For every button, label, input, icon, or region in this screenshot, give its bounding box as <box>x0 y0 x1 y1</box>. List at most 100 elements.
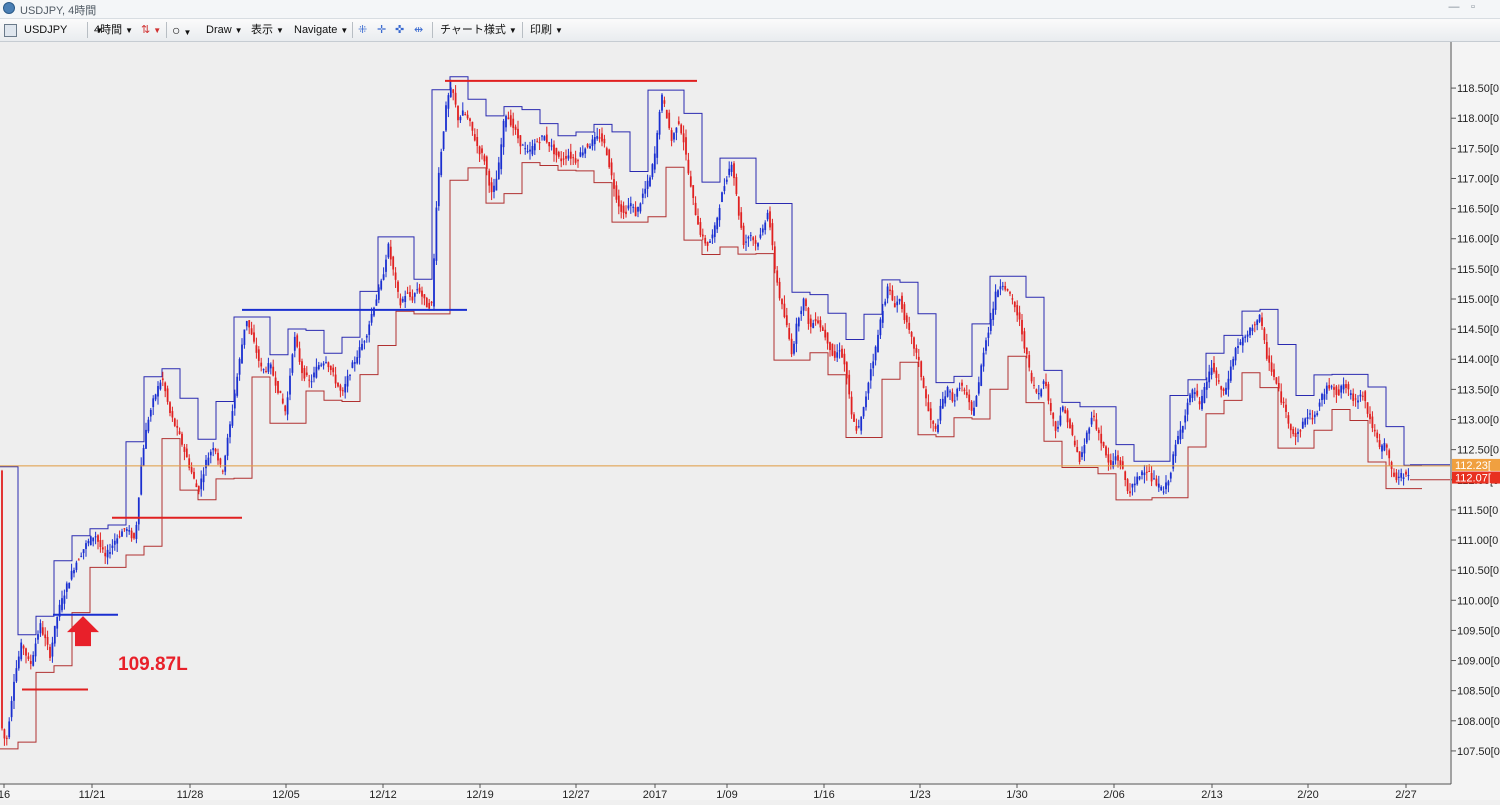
y-tick-label: 116.50[0 <box>1457 204 1499 216</box>
candle-body <box>641 193 644 198</box>
price-chart[interactable]: 109.87L 118.50[0 118.00[0 117.50[0 117.00[0… <box>0 42 1500 801</box>
candle-body <box>1169 472 1172 479</box>
candle-body <box>1040 389 1043 397</box>
candle-body <box>1085 432 1088 443</box>
candle-body <box>327 362 330 368</box>
candle-body <box>632 206 635 208</box>
candle-body <box>272 366 275 376</box>
candle-body <box>805 299 807 306</box>
candle-body <box>721 192 723 202</box>
candle-body <box>447 95 450 109</box>
candle-body <box>433 258 435 307</box>
navigate-menu[interactable]: Navigate ▼ <box>294 22 348 38</box>
candle-body <box>392 256 395 270</box>
candle-body <box>147 419 150 432</box>
candle-body <box>591 139 594 147</box>
candle-body <box>1301 421 1304 429</box>
candle-body <box>1160 486 1163 491</box>
candle-body <box>980 365 983 386</box>
candle-body <box>473 134 476 141</box>
candle-body <box>65 583 68 592</box>
candle-body <box>1035 389 1038 393</box>
candle-body <box>692 185 695 199</box>
toolbar-separator <box>522 22 523 38</box>
timeframe-select[interactable]: 4時間 ▼ <box>94 22 133 38</box>
zoom-out-button[interactable]: ✜ <box>395 22 404 38</box>
candle-body <box>1078 451 1081 463</box>
candle-body <box>733 163 735 179</box>
candle-body <box>104 552 107 557</box>
candle-body <box>483 155 486 162</box>
candle-body <box>212 447 215 451</box>
candle-body <box>512 118 515 128</box>
candle-body <box>356 357 359 364</box>
candle-body <box>593 137 596 145</box>
candle-body <box>1088 428 1091 434</box>
candle-body <box>1395 472 1398 481</box>
candle-body <box>524 148 527 150</box>
candle-body <box>329 365 332 371</box>
candle-body <box>1059 415 1062 426</box>
candle-body <box>459 116 462 121</box>
candle-body <box>389 246 392 260</box>
candle-body <box>730 164 733 172</box>
app-icon <box>3 2 15 14</box>
display-menu[interactable]: 表示 ▼ <box>251 22 284 38</box>
candle-body <box>1145 471 1148 473</box>
candle-body <box>560 158 563 162</box>
candle-body <box>363 341 366 343</box>
display-dropdown-icon: ▼ <box>276 26 284 35</box>
candle-style-button[interactable]: ⇅ ▼ <box>141 22 161 38</box>
candle-body <box>1100 433 1103 444</box>
draw-menu[interactable]: Draw ▼ <box>206 22 243 38</box>
candle-body <box>44 634 47 639</box>
candle-body <box>1280 391 1283 403</box>
circle-icon: ○ <box>172 22 181 38</box>
candle-body <box>1157 483 1160 488</box>
candle-body <box>814 319 817 322</box>
candle-body <box>1376 432 1379 439</box>
candle-body <box>1193 392 1196 395</box>
candle-body <box>1114 456 1117 461</box>
candle-body <box>1232 358 1235 367</box>
candle-body <box>934 425 937 429</box>
zoom-in-button[interactable]: ✛ <box>377 22 386 38</box>
chart-area[interactable]: 109.87L 118.50[0 118.00[0 117.50[0 117.00[0… <box>0 42 1500 801</box>
candle-body <box>1397 476 1400 478</box>
symbol-select[interactable]: USDJPY ▼ <box>24 22 103 38</box>
toolbar-separator <box>87 22 88 38</box>
candle-body <box>305 372 308 376</box>
candle-body <box>958 387 961 389</box>
candle-body <box>423 294 426 299</box>
toolbar-separator <box>432 22 433 38</box>
candle-body <box>82 549 85 554</box>
candle-body <box>397 281 399 292</box>
print-menu[interactable]: 印刷 ▼ <box>530 22 563 38</box>
candle-body <box>332 367 335 373</box>
candle-body <box>1143 472 1146 476</box>
candle-body <box>39 623 42 634</box>
candle-body <box>1097 429 1100 434</box>
candle-body <box>761 228 764 233</box>
candle-body <box>351 362 354 368</box>
candle-body <box>94 536 97 538</box>
shape-tool-button[interactable]: ○ ▼ <box>172 22 191 38</box>
autoscroll-button[interactable]: ⇹ <box>414 22 423 38</box>
restore-button[interactable]: ▫ <box>1466 1 1480 13</box>
candle-body <box>41 627 44 635</box>
chart-style-menu[interactable]: チャート様式 ▼ <box>440 22 517 38</box>
candle-body <box>651 164 654 178</box>
candle-body <box>937 424 939 433</box>
candle-body <box>809 318 812 327</box>
crosshair-button[interactable]: ⁜ <box>358 22 367 38</box>
candle-body <box>949 391 951 393</box>
candle-body <box>905 315 908 323</box>
candle-body <box>989 318 992 331</box>
candle-body <box>1287 415 1290 424</box>
chart-window-icon <box>4 24 17 37</box>
minimize-button[interactable]: — <box>1447 1 1461 13</box>
candle-body <box>181 433 183 445</box>
candle-body <box>838 350 841 352</box>
candle-body <box>1321 394 1323 401</box>
candle-body <box>953 400 956 402</box>
